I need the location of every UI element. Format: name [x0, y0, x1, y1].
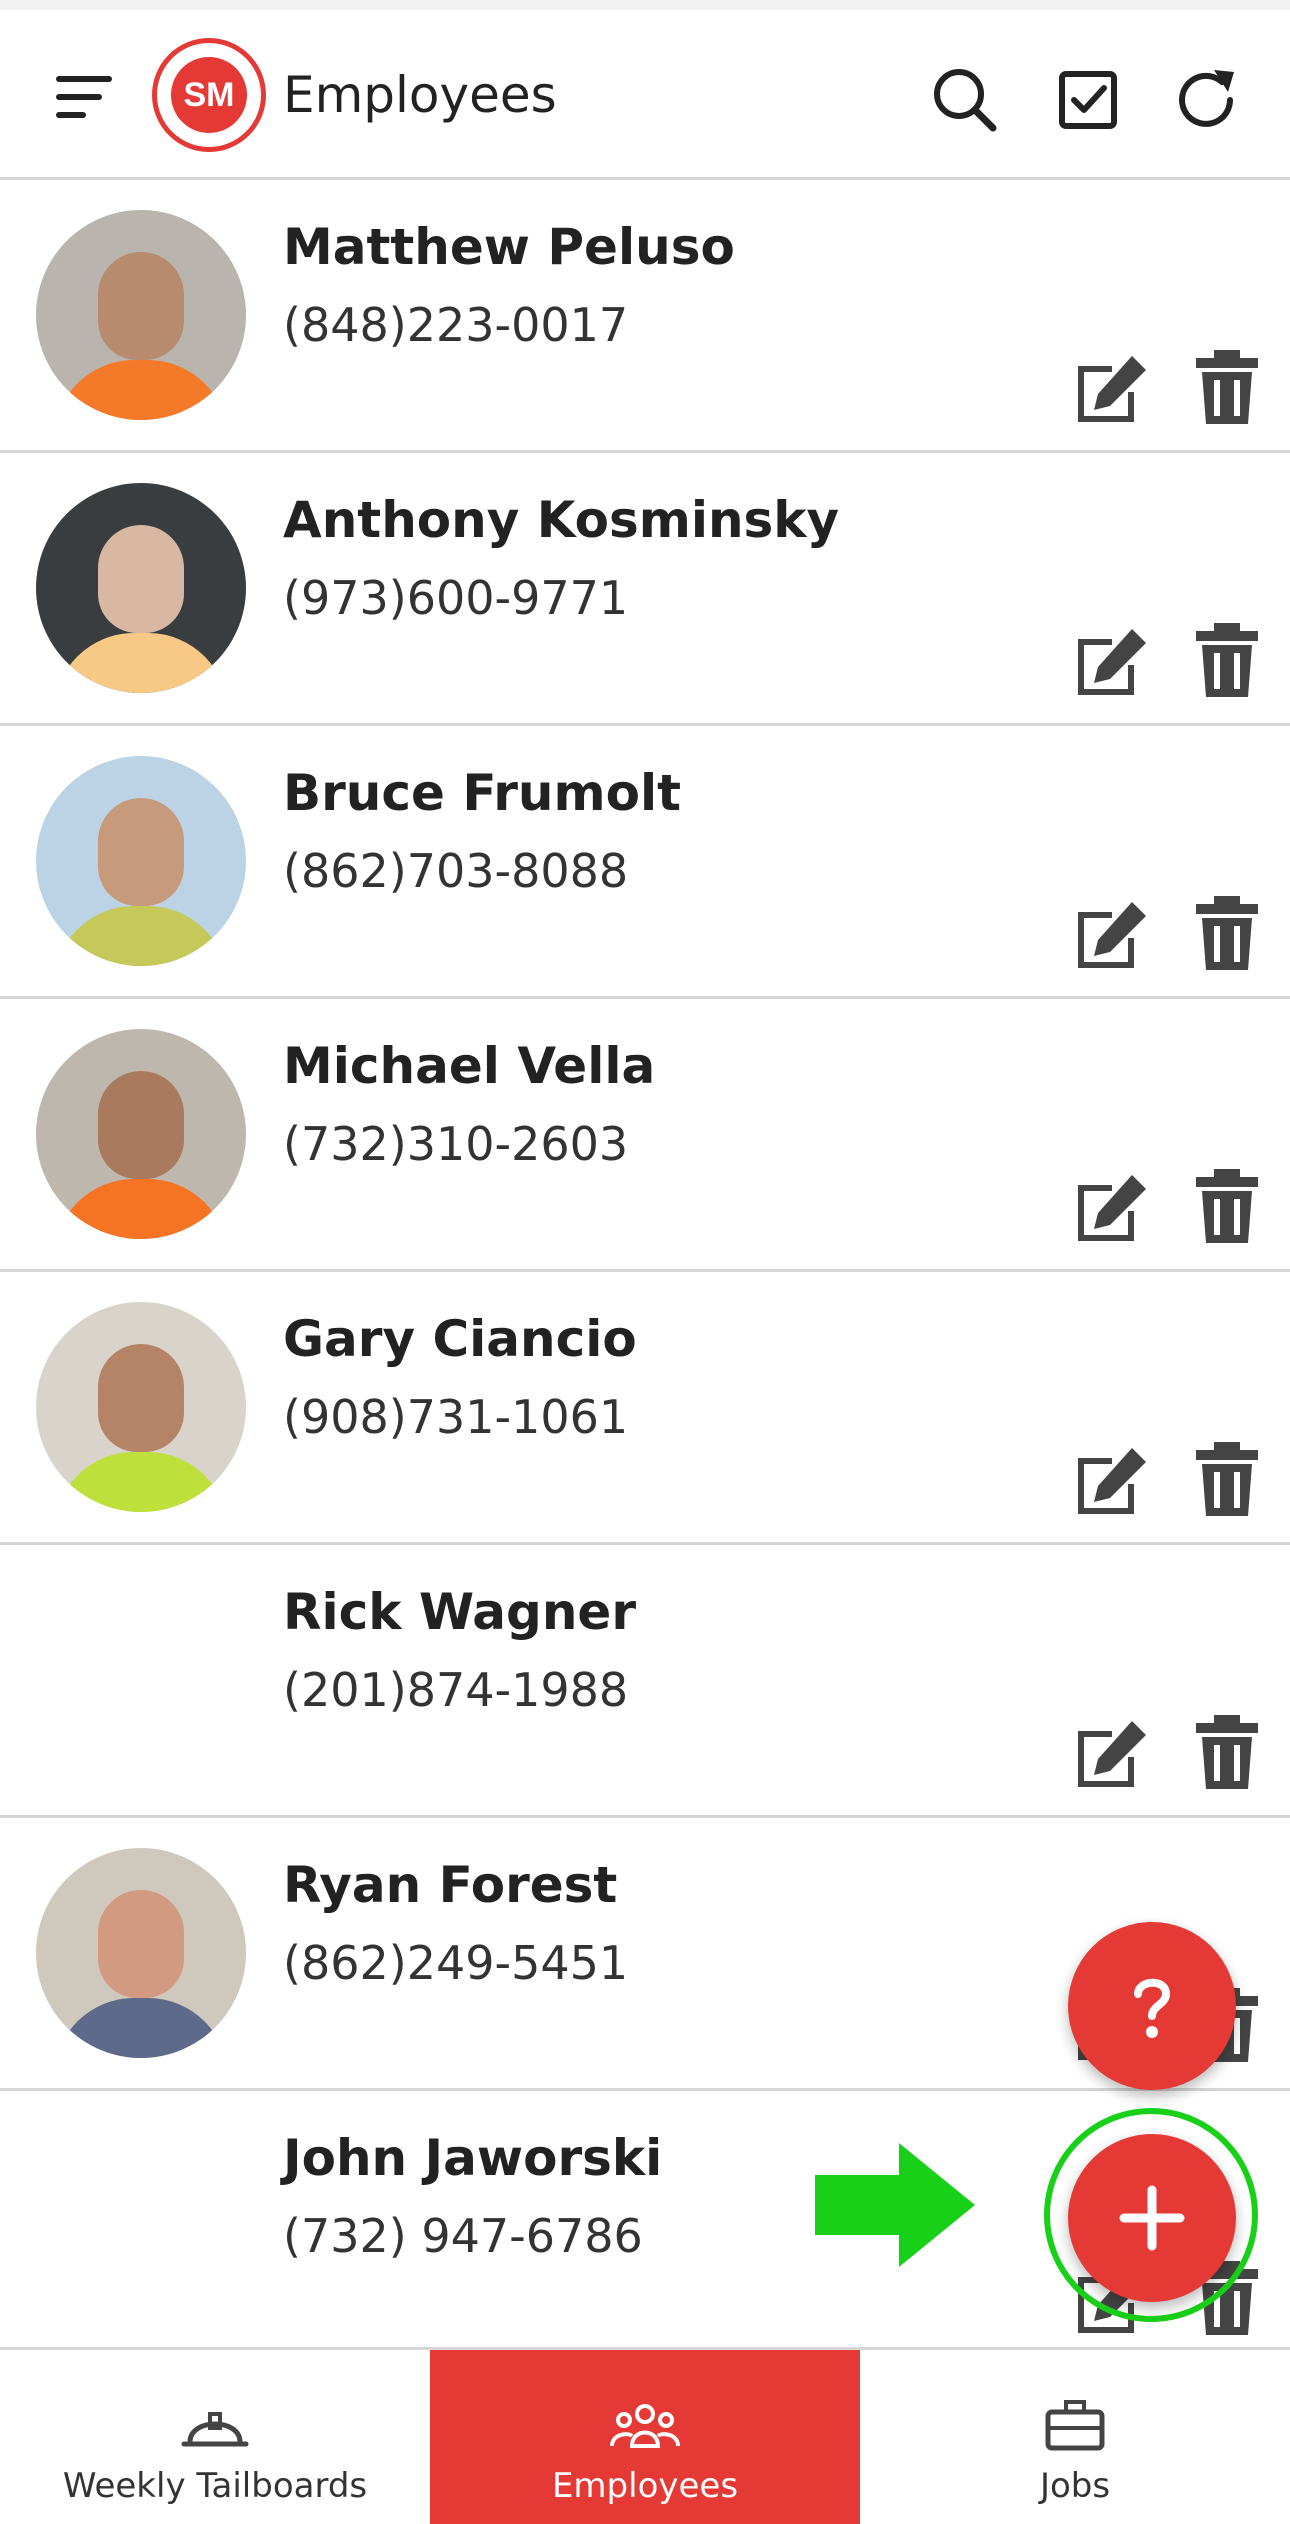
nav-label: Employees: [551, 2466, 739, 2506]
hardhat-icon: [181, 2412, 249, 2447]
nav-label: Weekly Tailboards: [62, 2466, 368, 2506]
employee-phone[interactable]: (862)703-8088: [283, 844, 628, 898]
nav-label: Jobs: [1039, 2466, 1111, 2506]
edit-icon: [1078, 356, 1146, 422]
bottom-nav: Weekly Tailboards Employees Jobs: [0, 2347, 1290, 2524]
employee-row[interactable]: Michael Vella (732)310-2603: [0, 999, 1290, 1272]
arrow-right-icon: [815, 2143, 975, 2267]
avatar-head: [98, 252, 184, 360]
avatar-head: [98, 1890, 184, 1998]
trash-icon: [1196, 896, 1258, 970]
avatar-head: [98, 798, 184, 906]
employee-phone[interactable]: (732) 947-6786: [283, 2209, 643, 2263]
employee-phone[interactable]: (732)310-2603: [283, 1117, 628, 1171]
employee-phone[interactable]: (848)223-0017: [283, 298, 628, 352]
employee-name: Bruce Frumolt: [283, 764, 682, 822]
edit-button[interactable]: [1072, 898, 1152, 970]
employee-phone[interactable]: (862)249-5451: [283, 1936, 628, 1990]
search-button[interactable]: [925, 60, 1005, 140]
trash-icon: [1196, 350, 1258, 424]
employee-name: Anthony Kosminsky: [283, 491, 840, 549]
employee-name: Michael Vella: [283, 1037, 656, 1095]
edit-button[interactable]: [1072, 352, 1152, 424]
delete-button[interactable]: [1192, 1167, 1262, 1245]
delete-button[interactable]: [1192, 1440, 1262, 1518]
app-bar: SM Employees: [0, 10, 1290, 180]
edit-icon: [1078, 1721, 1146, 1787]
company-logo: SM: [152, 38, 266, 152]
menu-button[interactable]: [48, 72, 120, 128]
plus-icon: [1119, 2185, 1185, 2251]
edit-button[interactable]: [1072, 1444, 1152, 1516]
edit-icon: [1078, 902, 1146, 968]
edit-icon: [1078, 1448, 1146, 1514]
employee-row[interactable]: Gary Ciancio (908)731-1061: [0, 1272, 1290, 1545]
employee-row[interactable]: Bruce Frumolt (862)703-8088: [0, 726, 1290, 999]
select-button[interactable]: [1048, 60, 1128, 140]
avatar: [36, 1029, 246, 1239]
refresh-icon: [1179, 70, 1234, 127]
avatar: [36, 1302, 246, 1512]
avatar: [36, 483, 246, 693]
avatar: [36, 1848, 246, 2058]
people-icon: [610, 2404, 680, 2448]
hamburger-icon: [56, 76, 112, 82]
employee-row[interactable]: Anthony Kosminsky (973)600-9771: [0, 453, 1290, 726]
edit-icon: [1078, 629, 1146, 695]
delete-button[interactable]: [1192, 348, 1262, 426]
employee-phone[interactable]: (201)874-1988: [283, 1663, 628, 1717]
employee-row[interactable]: Rick Wagner (201)874-1988: [0, 1545, 1290, 1818]
avatar-head: [98, 525, 184, 633]
edit-button[interactable]: [1072, 625, 1152, 697]
trash-icon: [1196, 1442, 1258, 1516]
employee-name: Gary Ciancio: [283, 1310, 637, 1368]
trash-icon: [1196, 1169, 1258, 1243]
employee-name: Ryan Forest: [283, 1856, 618, 1914]
delete-button[interactable]: [1192, 621, 1262, 699]
employee-phone[interactable]: (908)731-1061: [283, 1390, 628, 1444]
status-strip: [0, 0, 1290, 10]
nav-weekly-tailboards[interactable]: Weekly Tailboards: [0, 2350, 430, 2524]
avatar: [36, 210, 246, 420]
employee-row[interactable]: Matthew Peluso (848)223-0017: [0, 180, 1290, 453]
nav-employees[interactable]: Employees: [430, 2350, 860, 2524]
employee-name: Matthew Peluso: [283, 218, 735, 276]
page-title: Employees: [283, 66, 557, 124]
refresh-button[interactable]: [1168, 60, 1248, 140]
checkbox-icon: [1059, 71, 1117, 129]
edit-icon: [1078, 1175, 1146, 1241]
nav-jobs[interactable]: Jobs: [860, 2350, 1290, 2524]
hamburger-icon-line: [56, 112, 86, 118]
avatar-head: [98, 1071, 184, 1179]
delete-button[interactable]: [1192, 894, 1262, 972]
employee-name: Rick Wagner: [283, 1583, 637, 1641]
briefcase-icon: [1045, 2400, 1105, 2451]
employee-name: John Jaworski: [283, 2129, 663, 2187]
avatar: [36, 756, 246, 966]
trash-icon: [1196, 1715, 1258, 1789]
logo-mark: SM: [171, 57, 247, 133]
delete-button[interactable]: [1192, 1713, 1262, 1791]
avatar-head: [98, 1344, 184, 1452]
trash-icon: [1196, 623, 1258, 697]
question-icon: [1134, 1978, 1171, 2038]
edit-button[interactable]: [1072, 1171, 1152, 1243]
add-employee-button[interactable]: [1068, 2134, 1236, 2302]
employee-phone[interactable]: (973)600-9771: [283, 571, 628, 625]
hamburger-icon-line: [56, 94, 102, 100]
help-button[interactable]: [1068, 1922, 1236, 2090]
edit-button[interactable]: [1072, 1717, 1152, 1789]
search-icon: [934, 69, 997, 132]
